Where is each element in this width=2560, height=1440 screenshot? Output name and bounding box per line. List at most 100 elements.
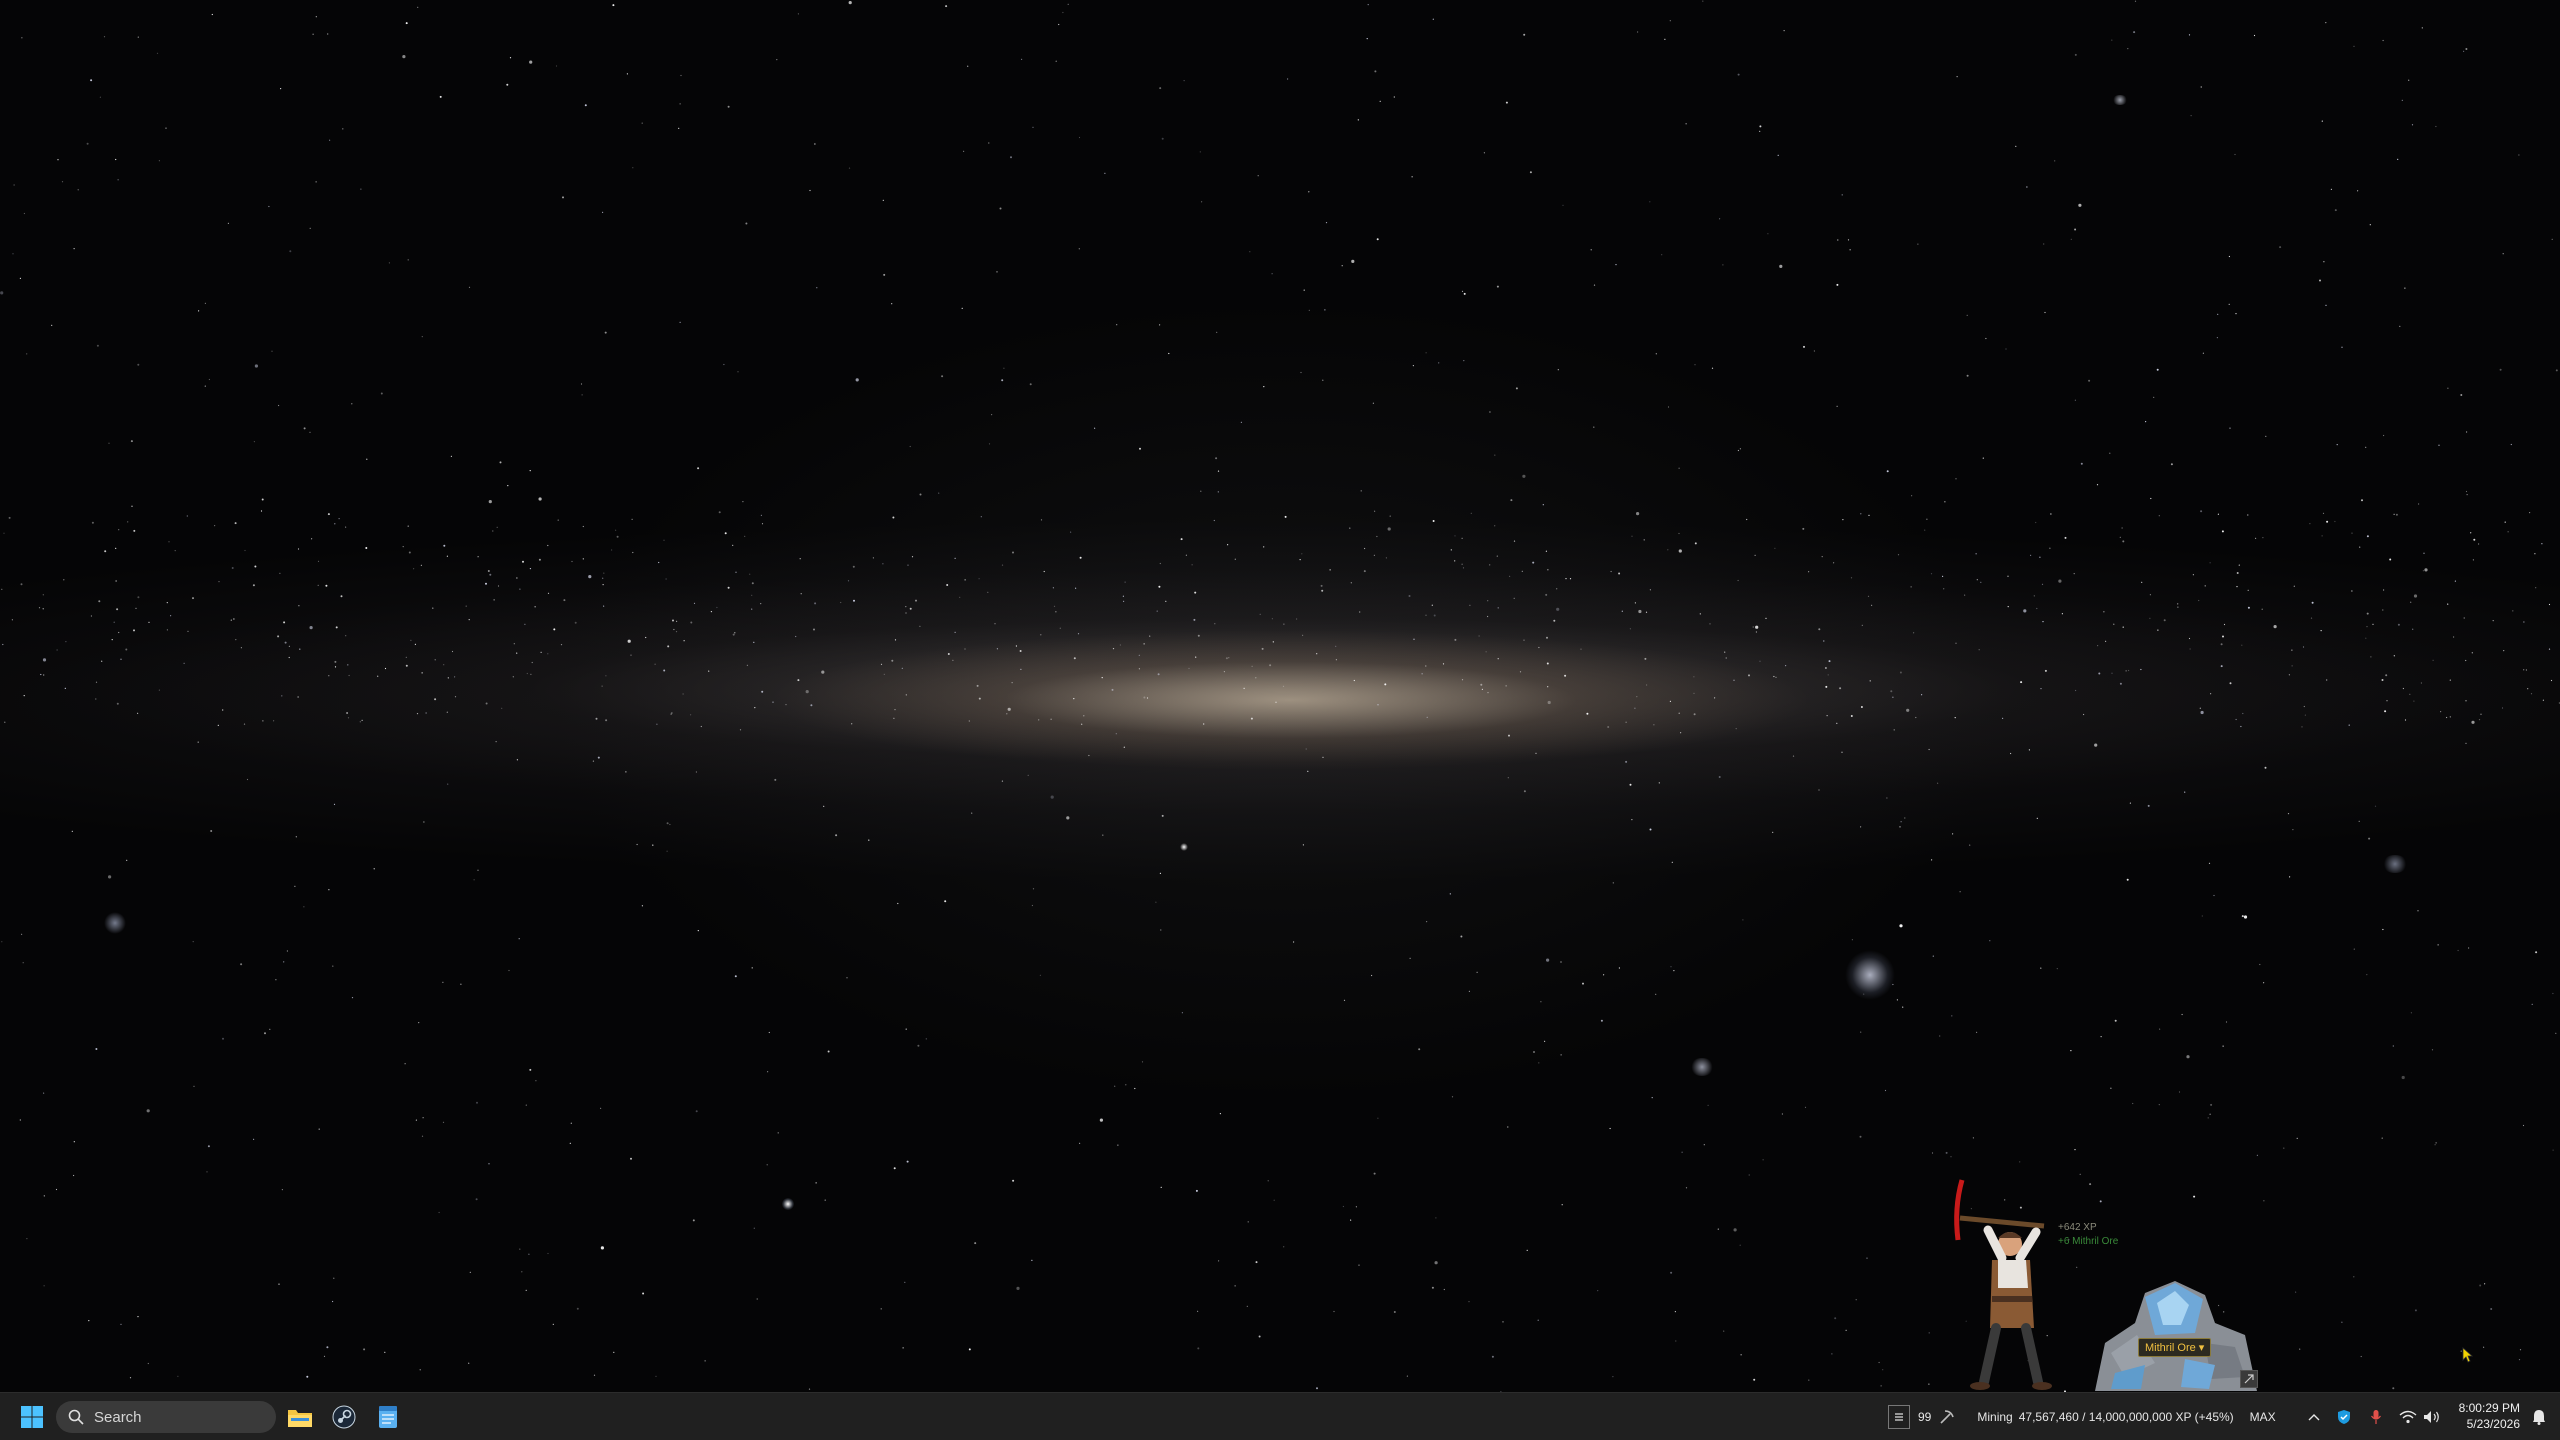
start-button[interactable] <box>16 1401 48 1433</box>
star <box>407 259 409 261</box>
star <box>1219 1113 1221 1115</box>
star <box>317 560 320 563</box>
star <box>2201 915 2203 917</box>
star <box>2213 894 2215 897</box>
show-hidden-icons-button[interactable] <box>2302 1401 2326 1433</box>
star <box>1869 680 1871 682</box>
star <box>2504 521 2506 523</box>
star <box>1924 529 1926 531</box>
star <box>655 1375 657 1377</box>
overlay-expand-button[interactable] <box>2240 1370 2258 1388</box>
star <box>1409 957 1411 959</box>
star <box>1216 331 1218 333</box>
game-menu-button[interactable] <box>1888 1405 1910 1429</box>
star <box>516 652 518 654</box>
star <box>2440 711 2442 713</box>
star <box>2414 1309 2417 1312</box>
star <box>0 291 4 295</box>
star <box>917 1044 920 1047</box>
star <box>117 179 119 181</box>
star <box>2188 637 2191 640</box>
star <box>1259 613 1261 615</box>
star <box>2200 710 2204 715</box>
tray-security[interactable] <box>2332 1401 2356 1433</box>
mithril-rock[interactable] <box>2085 1273 2265 1392</box>
star <box>1161 814 1164 817</box>
star <box>1661 254 1663 256</box>
star <box>2484 1283 2486 1285</box>
star <box>1483 152 1485 154</box>
star <box>1296 618 1298 620</box>
star <box>1664 38 1666 40</box>
star <box>1982 457 1984 459</box>
steam-icon <box>332 1405 356 1429</box>
star <box>513 643 515 645</box>
star <box>2309 523 2311 525</box>
ore-selector-dropdown[interactable]: Mithril Ore ▾ <box>2138 1338 2212 1357</box>
star <box>2552 992 2554 995</box>
game-status-bar[interactable]: 99 Mining 47,567,460 / 14,000,000,000 XP… <box>1888 1399 2288 1435</box>
star <box>710 611 713 613</box>
chevron-up-icon <box>2308 1414 2320 1421</box>
search-placeholder: Search <box>94 1408 142 1426</box>
star <box>328 675 330 677</box>
ore-gain-popup: +6 Mithril Ore <box>2058 1236 2119 1247</box>
taskbar-file-explorer[interactable] <box>284 1401 316 1433</box>
star <box>1752 626 1754 628</box>
star <box>420 564 422 566</box>
star <box>735 571 737 573</box>
star <box>695 771 698 773</box>
star <box>907 564 909 566</box>
star <box>2468 947 2470 949</box>
taskbar-search-box[interactable]: Search <box>56 1401 276 1433</box>
star <box>42 608 44 610</box>
star <box>582 558 584 560</box>
star <box>2384 710 2387 713</box>
star <box>402 55 406 59</box>
star <box>588 575 592 579</box>
tray-network[interactable] <box>2396 1401 2420 1433</box>
star <box>2555 369 2558 372</box>
tray-microphone[interactable] <box>2364 1401 2388 1433</box>
star <box>760 514 763 517</box>
star <box>2320 630 2322 632</box>
star <box>603 605 605 607</box>
star <box>1040 634 1042 636</box>
star <box>1021 58 1023 61</box>
star <box>120 1323 122 1325</box>
star <box>309 626 313 630</box>
star <box>1556 607 1560 611</box>
star <box>2299 1348 2301 1350</box>
star <box>1808 1379 1810 1381</box>
star <box>1301 553 1303 555</box>
star <box>1088 754 1090 757</box>
star <box>2366 535 2369 538</box>
star <box>1824 667 1827 669</box>
taskbar-notepad[interactable] <box>372 1401 404 1433</box>
star <box>186 515 188 517</box>
star <box>193 1085 195 1087</box>
star <box>531 661 533 664</box>
star <box>547 592 550 594</box>
star <box>1247 1221 1249 1223</box>
star <box>1194 591 1197 594</box>
notification-center-button[interactable] <box>2526 1401 2552 1433</box>
taskbar-steam[interactable] <box>328 1401 360 1433</box>
star <box>1755 631 1757 633</box>
star <box>345 526 347 528</box>
star <box>679 103 681 105</box>
star <box>2357 190 2359 192</box>
star <box>65 641 67 643</box>
star <box>641 905 644 907</box>
star <box>727 586 730 589</box>
taskbar-clock[interactable]: 8:00:29 PM 5/23/2026 <box>2440 1400 2520 1432</box>
star <box>1283 1246 1285 1248</box>
star <box>2026 186 2028 188</box>
star <box>1956 76 1958 78</box>
star <box>1542 504 1544 506</box>
star <box>88 1320 90 1322</box>
star <box>1703 1144 1705 1146</box>
star <box>1114 1085 1116 1087</box>
miner-character[interactable] <box>1940 1178 2060 1392</box>
star <box>1001 564 1004 566</box>
